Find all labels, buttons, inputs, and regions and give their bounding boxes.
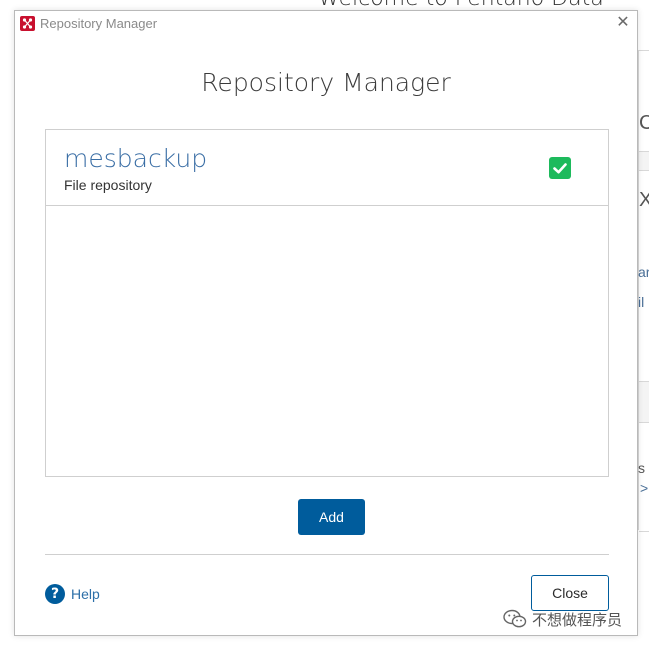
watermark: 不想做程序员 (503, 607, 622, 631)
divider (45, 554, 609, 555)
repository-list-item[interactable]: mesbackup File repository (46, 130, 608, 206)
checkmark-icon[interactable] (549, 157, 571, 179)
app-logo-icon (20, 16, 35, 31)
background-fragment: il (638, 294, 645, 310)
close-icon[interactable]: ✕ (615, 15, 631, 31)
background-fragment: s (638, 460, 645, 476)
help-label: Help (71, 586, 100, 602)
dialog-heading: Repository Manager (201, 68, 451, 97)
title-bar: Repository Manager ✕ (15, 11, 637, 37)
add-button[interactable]: Add (298, 499, 365, 535)
repository-type: File repository (64, 177, 152, 193)
help-icon: ? (45, 584, 65, 604)
background-fragment: > (640, 480, 649, 496)
watermark-text: 不想做程序员 (532, 610, 623, 629)
repository-manager-dialog: Repository Manager ✕ Repository Manager … (14, 10, 638, 636)
help-link[interactable]: ? Help (45, 583, 100, 605)
window-title: Repository Manager (40, 16, 158, 31)
background-fragment: X (639, 189, 649, 211)
close-button[interactable]: Close (531, 575, 609, 611)
repository-name: mesbackup (64, 144, 208, 173)
wechat-logo-icon (503, 609, 532, 629)
background-fragment: ar (638, 264, 649, 280)
repository-list: mesbackup File repository (45, 129, 609, 477)
background-fragment: C (639, 112, 649, 134)
